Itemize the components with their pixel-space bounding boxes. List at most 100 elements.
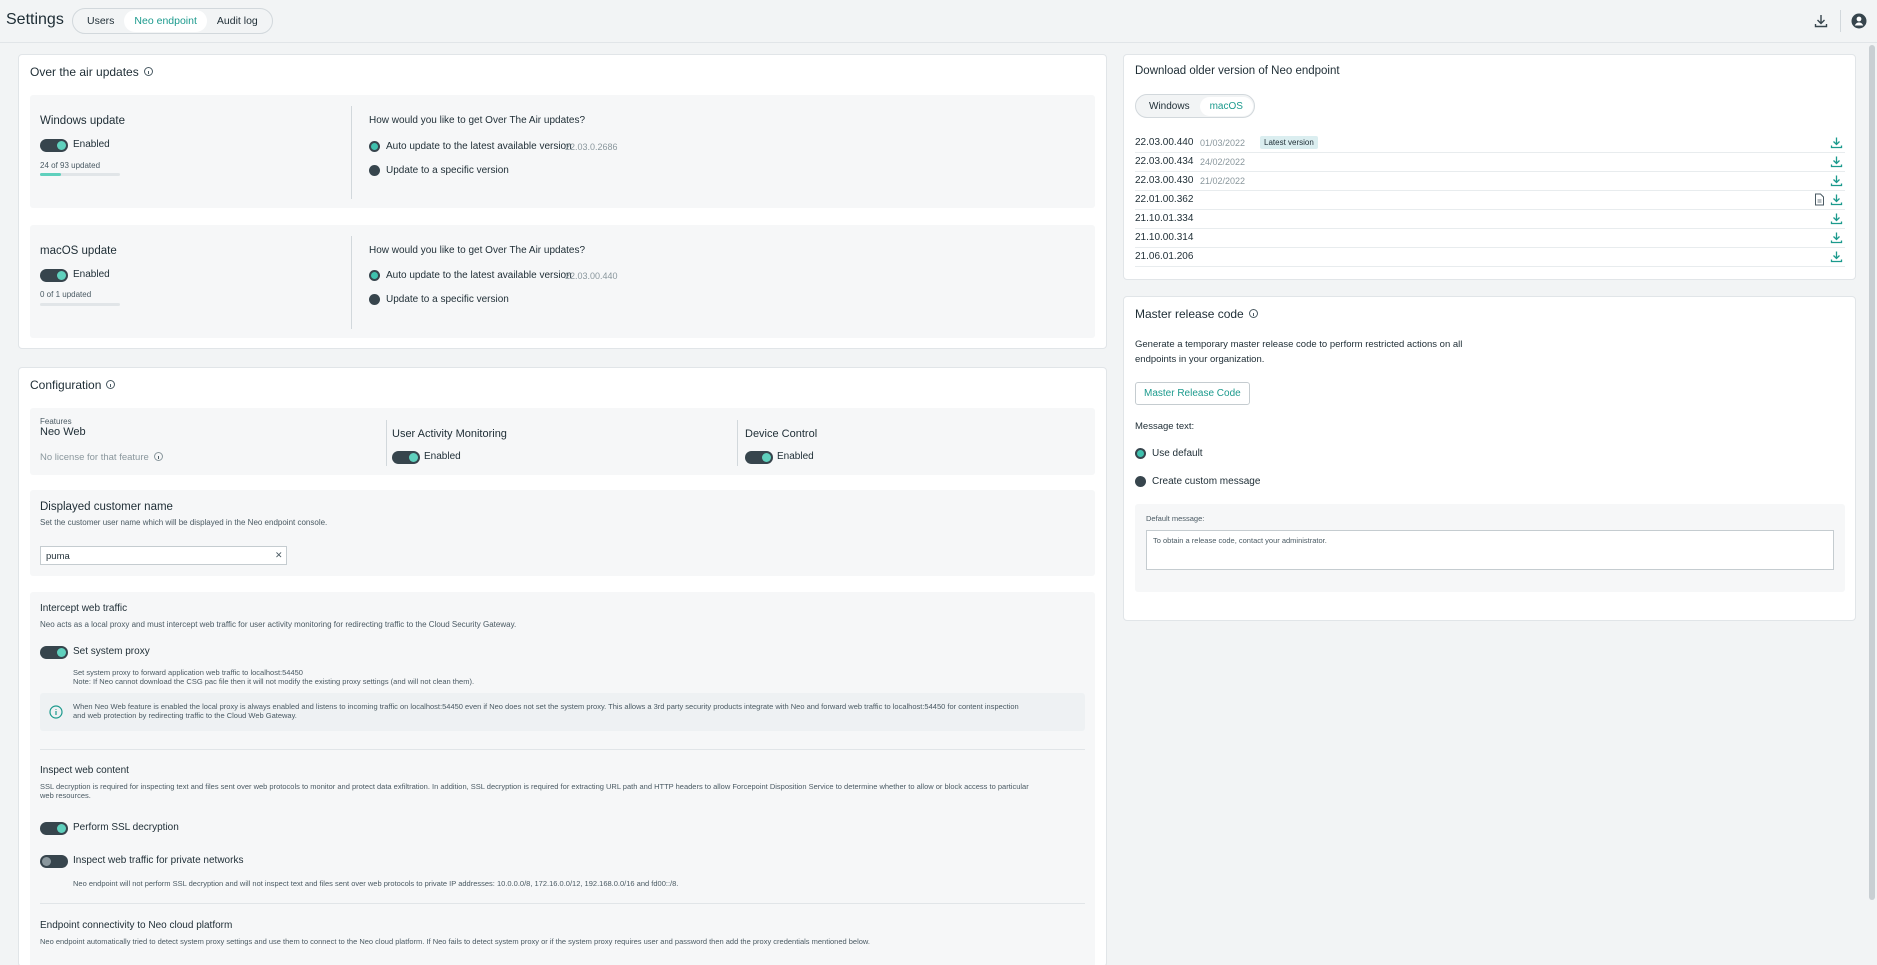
master-desc-2: endpoints in your organization. bbox=[1135, 354, 1265, 365]
proxy-info-line-2: and web protection by redirecting traffi… bbox=[73, 711, 297, 720]
version-row: 22.03.00.440 01/03/2022 Latest version bbox=[1135, 134, 1845, 153]
custom-message-radio[interactable] bbox=[1135, 476, 1146, 487]
ssl-decryption-label: Perform SSL decryption bbox=[73, 822, 179, 833]
ssl-decryption-toggle[interactable] bbox=[40, 822, 68, 835]
configuration-title-text: Configuration bbox=[30, 378, 102, 392]
windows-progress-fill bbox=[40, 173, 61, 176]
neo-web-title: Neo Web bbox=[40, 426, 86, 438]
download-version-icon[interactable] bbox=[1830, 231, 1843, 244]
download-icon[interactable] bbox=[1813, 13, 1829, 29]
macos-update-toggle[interactable] bbox=[40, 269, 68, 282]
windows-progress-bar bbox=[40, 173, 120, 176]
version-row: 22.01.00.362 bbox=[1135, 191, 1845, 210]
macos-auto-label: Auto update to the latest available vers… bbox=[386, 270, 572, 281]
info-icon[interactable] bbox=[106, 380, 116, 390]
version-row: 21.06.01.206 bbox=[1135, 248, 1845, 267]
default-message-label: Default message: bbox=[1146, 514, 1205, 523]
windows-auto-label: Auto update to the latest available vers… bbox=[386, 141, 572, 152]
section-divider bbox=[40, 749, 1085, 750]
uam-toggle[interactable] bbox=[392, 451, 420, 464]
windows-auto-radio[interactable] bbox=[369, 141, 380, 152]
tab-bar: Users Neo endpoint Audit log bbox=[72, 8, 273, 34]
download-version-icon[interactable] bbox=[1830, 250, 1843, 263]
version-number: 21.10.01.334 bbox=[1135, 213, 1194, 224]
version-date: 21/02/2022 bbox=[1200, 176, 1246, 186]
windows-progress-text: 24 of 93 updated bbox=[40, 161, 101, 170]
master-release-code-button[interactable]: Master Release Code bbox=[1135, 382, 1250, 405]
windows-divider bbox=[351, 106, 352, 199]
version-row: 22.03.00.434 24/02/2022 bbox=[1135, 153, 1845, 172]
customer-name-title: Displayed customer name bbox=[40, 501, 173, 513]
info-icon[interactable] bbox=[1248, 309, 1258, 319]
default-message-textarea[interactable]: To obtain a release code, contact your a… bbox=[1146, 530, 1834, 570]
macos-progress-bar bbox=[40, 303, 120, 306]
os-tab-macos[interactable]: macOS bbox=[1199, 96, 1253, 116]
web-traffic-box bbox=[30, 592, 1095, 965]
system-proxy-toggle[interactable] bbox=[40, 646, 68, 659]
use-default-radio[interactable] bbox=[1135, 448, 1146, 459]
version-number: 22.01.00.362 bbox=[1135, 194, 1194, 205]
os-tab-windows[interactable]: Windows bbox=[1139, 97, 1200, 116]
user-avatar-icon[interactable] bbox=[1851, 13, 1867, 29]
windows-specific-radio[interactable] bbox=[369, 165, 380, 176]
download-version-icon[interactable] bbox=[1830, 212, 1843, 225]
features-label: Features bbox=[40, 417, 72, 426]
download-version-icon[interactable] bbox=[1830, 193, 1843, 206]
macos-divider bbox=[351, 236, 352, 329]
clear-input-icon[interactable]: ✕ bbox=[275, 550, 283, 561]
intercept-desc: Neo acts as a local proxy and must inter… bbox=[40, 620, 517, 629]
tab-neo-endpoint[interactable]: Neo endpoint bbox=[124, 10, 207, 32]
inspect-desc-2: web resources. bbox=[40, 791, 91, 800]
macos-auto-radio[interactable] bbox=[369, 270, 380, 281]
private-networks-toggle[interactable] bbox=[40, 855, 68, 868]
device-control-title: Device Control bbox=[745, 428, 818, 440]
os-segmented-control: Windows macOS bbox=[1135, 94, 1255, 118]
latest-version-badge: Latest version bbox=[1260, 136, 1318, 149]
info-icon[interactable] bbox=[143, 67, 153, 77]
scrollbar-thumb[interactable] bbox=[1869, 45, 1875, 900]
tab-audit-log[interactable]: Audit log bbox=[207, 10, 268, 32]
device-control-toggle[interactable] bbox=[745, 451, 773, 464]
version-row: 21.10.01.334 bbox=[1135, 210, 1845, 229]
configuration-title: Configuration bbox=[30, 378, 116, 392]
proxy-info-line-1: When Neo Web feature is enabled the loca… bbox=[73, 702, 1019, 711]
tab-users[interactable]: Users bbox=[77, 10, 124, 32]
system-proxy-note-1: Set system proxy to forward application … bbox=[73, 668, 303, 677]
customer-name-input[interactable]: puma bbox=[40, 546, 287, 565]
version-number: 22.03.00.440 bbox=[1135, 137, 1194, 148]
windows-toggle-label: Enabled bbox=[73, 139, 110, 150]
uam-toggle-label: Enabled bbox=[424, 451, 461, 462]
version-date: 01/03/2022 bbox=[1200, 138, 1246, 148]
neo-web-status: No license for that feature bbox=[40, 451, 163, 463]
macos-question: How would you like to get Over The Air u… bbox=[369, 245, 586, 256]
download-version-icon[interactable] bbox=[1830, 155, 1843, 168]
macos-auto-version: 22.03.00.440 bbox=[565, 271, 618, 281]
use-default-label: Use default bbox=[1152, 448, 1203, 459]
master-release-title-text: Master release code bbox=[1135, 307, 1244, 321]
version-date: 24/02/2022 bbox=[1200, 157, 1246, 167]
private-networks-note: Neo endpoint will not perform SSL decryp… bbox=[73, 879, 679, 888]
download-version-icon[interactable] bbox=[1830, 174, 1843, 187]
windows-update-toggle[interactable] bbox=[40, 139, 68, 152]
features-box bbox=[30, 408, 1095, 475]
master-release-title: Master release code bbox=[1135, 307, 1258, 321]
release-notes-icon[interactable] bbox=[1814, 193, 1825, 206]
windows-specific-label: Update to a specific version bbox=[386, 165, 509, 176]
master-desc-1: Generate a temporary master release code… bbox=[1135, 339, 1463, 350]
feature-divider bbox=[386, 420, 387, 466]
windows-auto-version: 22.03.0.2686 bbox=[565, 142, 618, 152]
macos-specific-radio[interactable] bbox=[369, 294, 380, 305]
feature-divider bbox=[737, 420, 738, 466]
neo-web-status-text: No license for that feature bbox=[40, 452, 149, 463]
message-text-label: Message text: bbox=[1135, 421, 1195, 432]
download-title: Download older version of Neo endpoint bbox=[1135, 65, 1340, 77]
system-proxy-note-2: Note: If Neo cannot download the CSG pac… bbox=[73, 677, 475, 686]
macos-update-box bbox=[30, 225, 1095, 338]
download-version-icon[interactable] bbox=[1830, 136, 1843, 149]
connectivity-desc: Neo endpoint automatically tried to dete… bbox=[40, 937, 871, 946]
windows-update-title: Windows update bbox=[40, 115, 126, 127]
intercept-title: Intercept web traffic bbox=[40, 603, 128, 614]
macos-toggle-label: Enabled bbox=[73, 269, 110, 280]
info-icon[interactable] bbox=[153, 451, 163, 461]
version-number: 22.03.00.430 bbox=[1135, 175, 1194, 186]
